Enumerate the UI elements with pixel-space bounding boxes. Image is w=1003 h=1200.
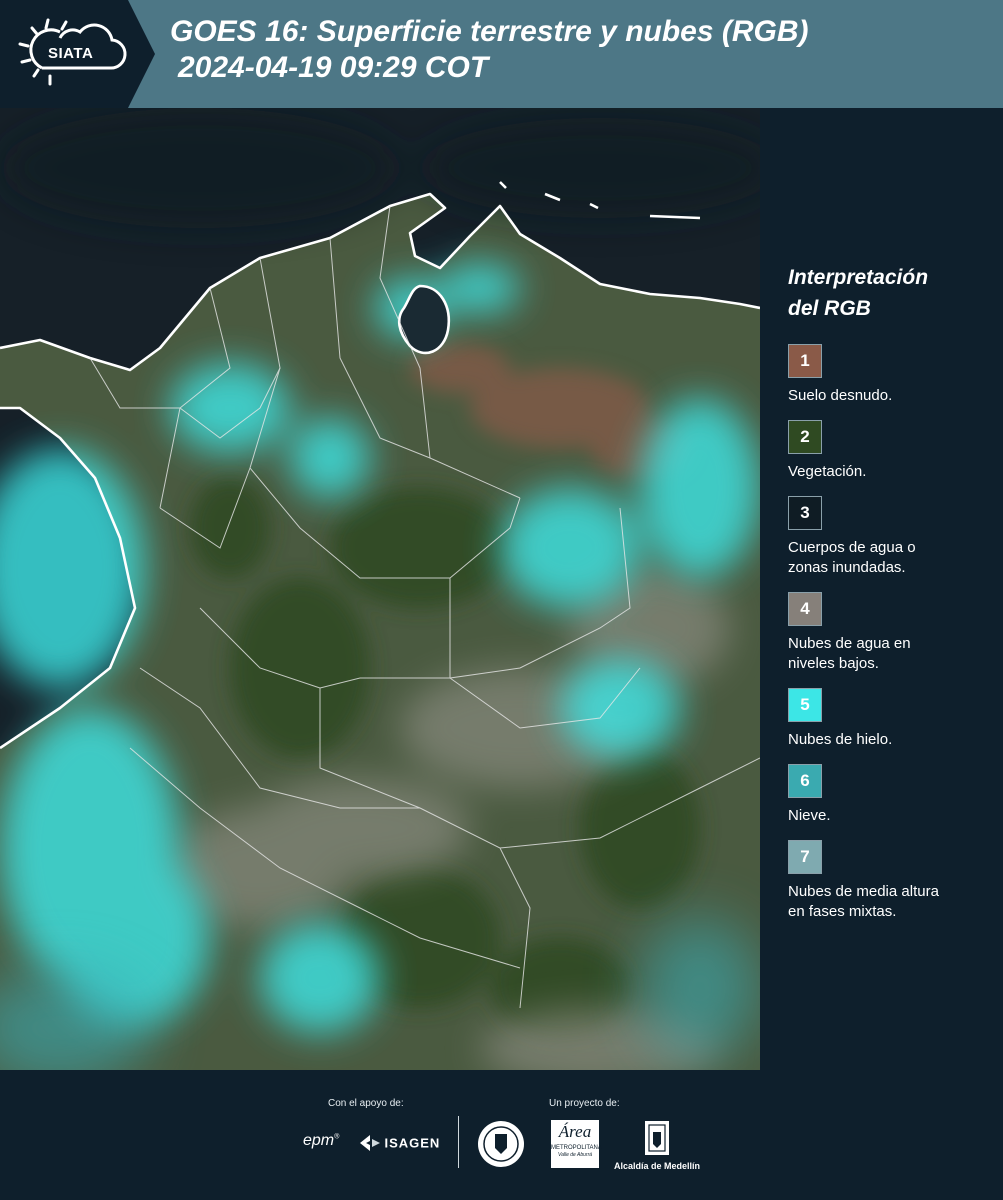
legend-label: Nubes de agua en [788,635,911,652]
alcaldia-text: Alcaldía de Medellín [613,1161,701,1171]
legend-label: niveles bajos. [788,655,879,672]
project-caption: Un proyecto de: [549,1098,620,1109]
legend-swatch: 6 [788,764,822,798]
area-name: Área [558,1122,592,1141]
header-bar: SIATA GOES 16: Superficie terrestre y nu… [0,0,1003,108]
legend-label: Nubes de media altura [788,883,939,900]
area-sub2: Valle de Aburrá [557,1152,593,1158]
legend-label: en fases mixtas. [788,903,897,920]
isagen-text: ISAGEN [384,1135,441,1151]
epm-logo: epm® [303,1132,340,1149]
legend-title: Interpretación del RGB [788,262,988,324]
legend-label: Suelo desnudo. [788,387,893,404]
legend-item: 2 Vegetación. [788,420,988,482]
footer: Con el apoyo de: Un proyecto de: epm® IS… [0,1070,1003,1200]
satellite-map [0,108,760,1070]
legend-label: Nieve. [788,807,831,824]
logo-text: SIATA [48,45,94,62]
alcaldia-shield-icon [645,1121,669,1155]
title-line2: 2024-04-19 09:29 COT [178,51,489,84]
legend-swatch: 1 [788,344,822,378]
alcaldia-logo: Alcaldía de Medellín [612,1120,702,1171]
isagen-logo: ISAGEN [360,1134,440,1152]
legend-title-line1: Interpretación [788,266,929,289]
legend-label: Cuerpos de agua o [788,539,916,556]
legend-items: 1 Suelo desnudo. 2 Vegetación. 3 Cuerpos de a… [788,344,988,922]
university-seal-logo [477,1118,525,1175]
legend-item: 6 Nieve. [788,764,988,826]
legend-label: zonas inundadas. [788,559,906,576]
legend-label: Nubes de hielo. [788,731,893,748]
legend-label: Vegetación. [788,463,867,480]
legend-swatch: 7 [788,840,822,874]
legend-item: 4 Nubes de agua en niveles bajos. [788,592,988,674]
legend-swatch: 3 [788,496,822,530]
support-caption: Con el apoyo de: [328,1098,404,1109]
legend-swatch: 5 [788,688,822,722]
legend-item: 3 Cuerpos de agua o zonas inundadas. [788,496,988,578]
title-line1: GOES 16: Superficie terrestre y nubes (R… [170,15,809,48]
legend-swatch: 2 [788,420,822,454]
area-sub1: METROPOLITANA [551,1145,602,1151]
epm-text: epm [303,1132,335,1149]
legend-title-line2: del RGB [788,297,871,320]
legend-item: 7 Nubes de media altura en fases mixtas. [788,840,988,922]
page-title: GOES 16: Superficie terrestre y nubes (R… [170,14,809,86]
legend-item: 1 Suelo desnudo. [788,344,988,406]
siata-logo: SIATA [0,0,155,108]
legend: Interpretación del RGB 1 Suelo desnudo. 2 V… [788,262,988,936]
legend-item: 5 Nubes de hielo. [788,688,988,750]
isagen-icon [360,1134,380,1151]
legend-swatch: 4 [788,592,822,626]
area-metropolitana-logo: Área METROPOLITANA Valle de Aburrá [551,1120,602,1168]
footer-divider [458,1116,459,1168]
